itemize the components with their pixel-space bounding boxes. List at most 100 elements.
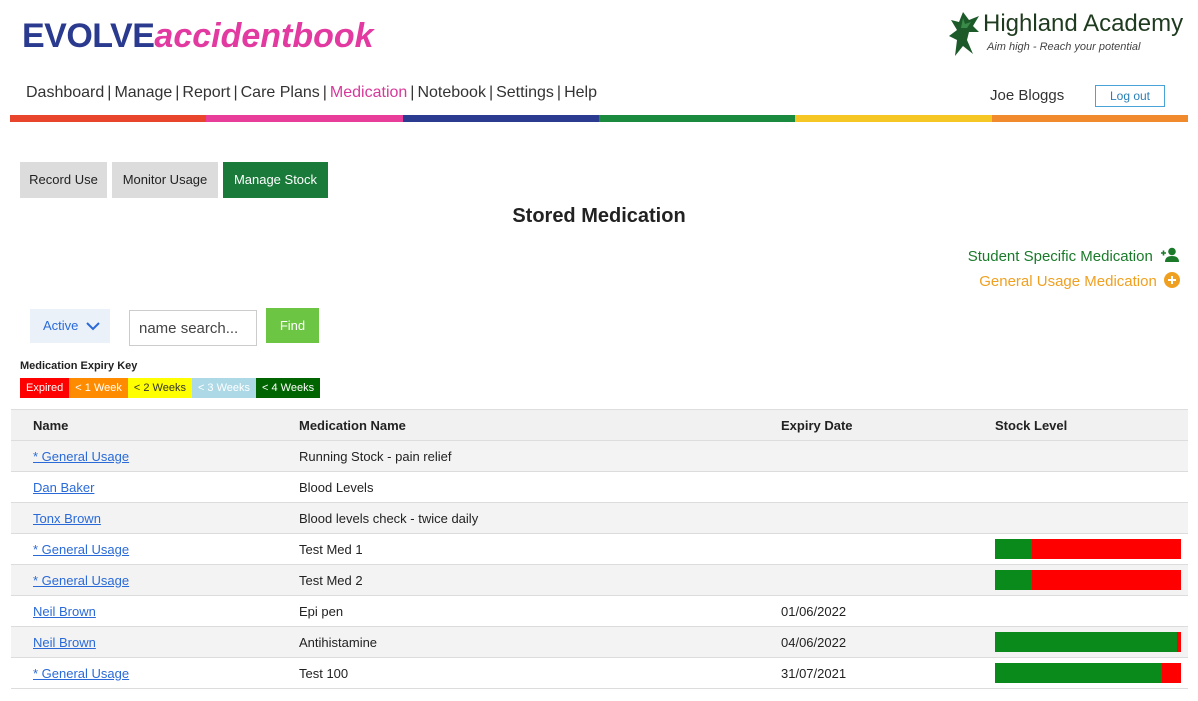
cell-stock [975,626,1188,658]
find-button[interactable]: Find [266,308,319,343]
tab-monitor-usage[interactable]: Monitor Usage [112,162,218,198]
column-header-expiry[interactable]: Expiry Date [759,409,975,441]
cell-medication: Running Stock - pain relief [277,440,759,472]
nav-item-manage[interactable]: Manage [114,84,172,101]
stock-level-empty [1162,663,1181,683]
student-name-link[interactable]: Neil Brown [33,635,96,650]
stock-level-bar [995,663,1181,683]
cell-expiry [759,533,975,565]
nav-separator: | [175,84,180,101]
cell-stock [975,471,1188,503]
color-bar-segment [795,115,992,122]
nav-item-help[interactable]: Help [564,84,597,101]
page-title: Stored Medication [512,205,686,227]
add-general-medication-link[interactable]: General Usage Medication [979,272,1180,290]
color-bar-segment [10,115,207,122]
user-name: Joe Bloggs [990,87,1065,104]
cell-medication: Test Med 2 [277,564,759,596]
nav-separator: | [556,84,562,101]
status-filter-value: Active [43,318,79,333]
cell-medication: Blood Levels [277,471,759,503]
nav-item-settings[interactable]: Settings [496,84,554,101]
brand-part1: EVOLVE [22,17,155,55]
column-header-name[interactable]: Name [11,409,277,441]
cell-stock [975,595,1188,627]
school-motto: Aim high - Reach your potential [987,41,1141,53]
student-name-link[interactable]: * General Usage [33,449,129,464]
table-header-row: Name Medication Name Expiry Date Stock L… [11,409,1188,441]
column-header-medication[interactable]: Medication Name [277,409,759,441]
color-bar-segment [402,115,599,122]
nav-separator: | [322,84,327,101]
cell-stock [975,502,1188,534]
color-bar-segment [598,115,796,122]
chevron-down-icon [86,322,100,331]
cell-expiry [759,440,975,472]
student-name-link[interactable]: Neil Brown [33,604,96,619]
stock-level-fill [995,570,1033,590]
stock-level-fill [995,632,1178,652]
cell-name: Neil Brown [11,626,277,658]
table-row: Dan Baker Blood Levels [11,471,1188,503]
cell-name: * General Usage [11,657,277,689]
stock-level-empty [1032,539,1181,559]
expiry-key-item: Expired [20,378,70,398]
logout-button[interactable]: Log out [1095,85,1165,107]
cell-expiry [759,564,975,596]
nav-separator: | [233,84,238,101]
cell-name: * General Usage [11,533,277,565]
nav-separator: | [488,84,494,101]
column-header-stock[interactable]: Stock Level [975,409,1188,441]
stock-level-bar [995,632,1181,652]
cell-expiry: 01/06/2022 [759,595,975,627]
add-student-medication-link[interactable]: Student Specific Medication [968,247,1180,265]
cell-name: Neil Brown [11,595,277,627]
student-name-link[interactable]: * General Usage [33,542,129,557]
nav-item-medication[interactable]: Medication [330,84,407,101]
stock-level-empty [1177,632,1181,652]
table-row: * General Usage Test Med 2 [11,564,1188,596]
stock-level-bar [995,570,1181,590]
table-row: Tonx Brown Blood levels check - twice dai… [11,502,1188,534]
cell-medication: Antihistamine [277,626,759,658]
cell-stock [975,533,1188,565]
student-name-link[interactable]: * General Usage [33,573,129,588]
nav-item-dashboard[interactable]: Dashboard [26,84,104,101]
cell-name: Dan Baker [11,471,277,503]
status-filter-dropdown[interactable]: Active [30,309,110,343]
cell-medication: Test Med 1 [277,533,759,565]
stock-level-bar [995,539,1181,559]
student-name-link[interactable]: * General Usage [33,666,129,681]
table-row: Neil Brown Epi pen 01/06/2022 [11,595,1188,627]
cell-name: * General Usage [11,440,277,472]
expiry-key-item: < 1 Week [69,378,128,398]
table-row: Neil Brown Antihistamine 04/06/2022 [11,626,1188,658]
expiry-key-item: < 3 Weeks [191,378,257,398]
school-logo: Highland Academy Aim high - Reach your p… [945,8,1185,64]
student-name-link[interactable]: Tonx Brown [33,511,101,526]
nav-item-care-plans[interactable]: Care Plans [241,84,320,101]
stock-level-fill [995,539,1033,559]
student-name-link[interactable]: Dan Baker [33,480,94,495]
cell-name: * General Usage [11,564,277,596]
plus-circle-icon [1164,272,1180,288]
nav-separator: | [410,84,415,101]
add-student-medication-label: Student Specific Medication [967,248,1153,265]
brand-logo[interactable]: EVOLVEaccidentbook [22,16,374,56]
header: EVOLVEaccidentbook Highland Academy Aim … [0,0,1198,70]
nav-item-notebook[interactable]: Notebook [417,84,486,101]
expiry-key: Expired < 1 Week < 2 Weeks < 3 Weeks < 4 Wee… [20,378,321,398]
expiry-key-label: Medication Expiry Key [20,360,138,372]
nav-item-report[interactable]: Report [182,84,230,101]
eagle-icon [949,12,979,56]
tab-manage-stock[interactable]: Manage Stock [223,162,328,198]
brand-part2: accidentbook [154,17,374,55]
school-name: Highland Academy [983,10,1184,37]
cell-medication: Blood levels check - twice daily [277,502,759,534]
cell-expiry: 31/07/2021 [759,657,975,689]
medication-table: Name Medication Name Expiry Date Stock L… [11,409,1188,689]
color-bar-segment [206,115,403,122]
expiry-key-item: < 4 Weeks [256,378,321,398]
name-search-input[interactable] [129,310,257,346]
tab-record-use[interactable]: Record Use [20,162,107,198]
